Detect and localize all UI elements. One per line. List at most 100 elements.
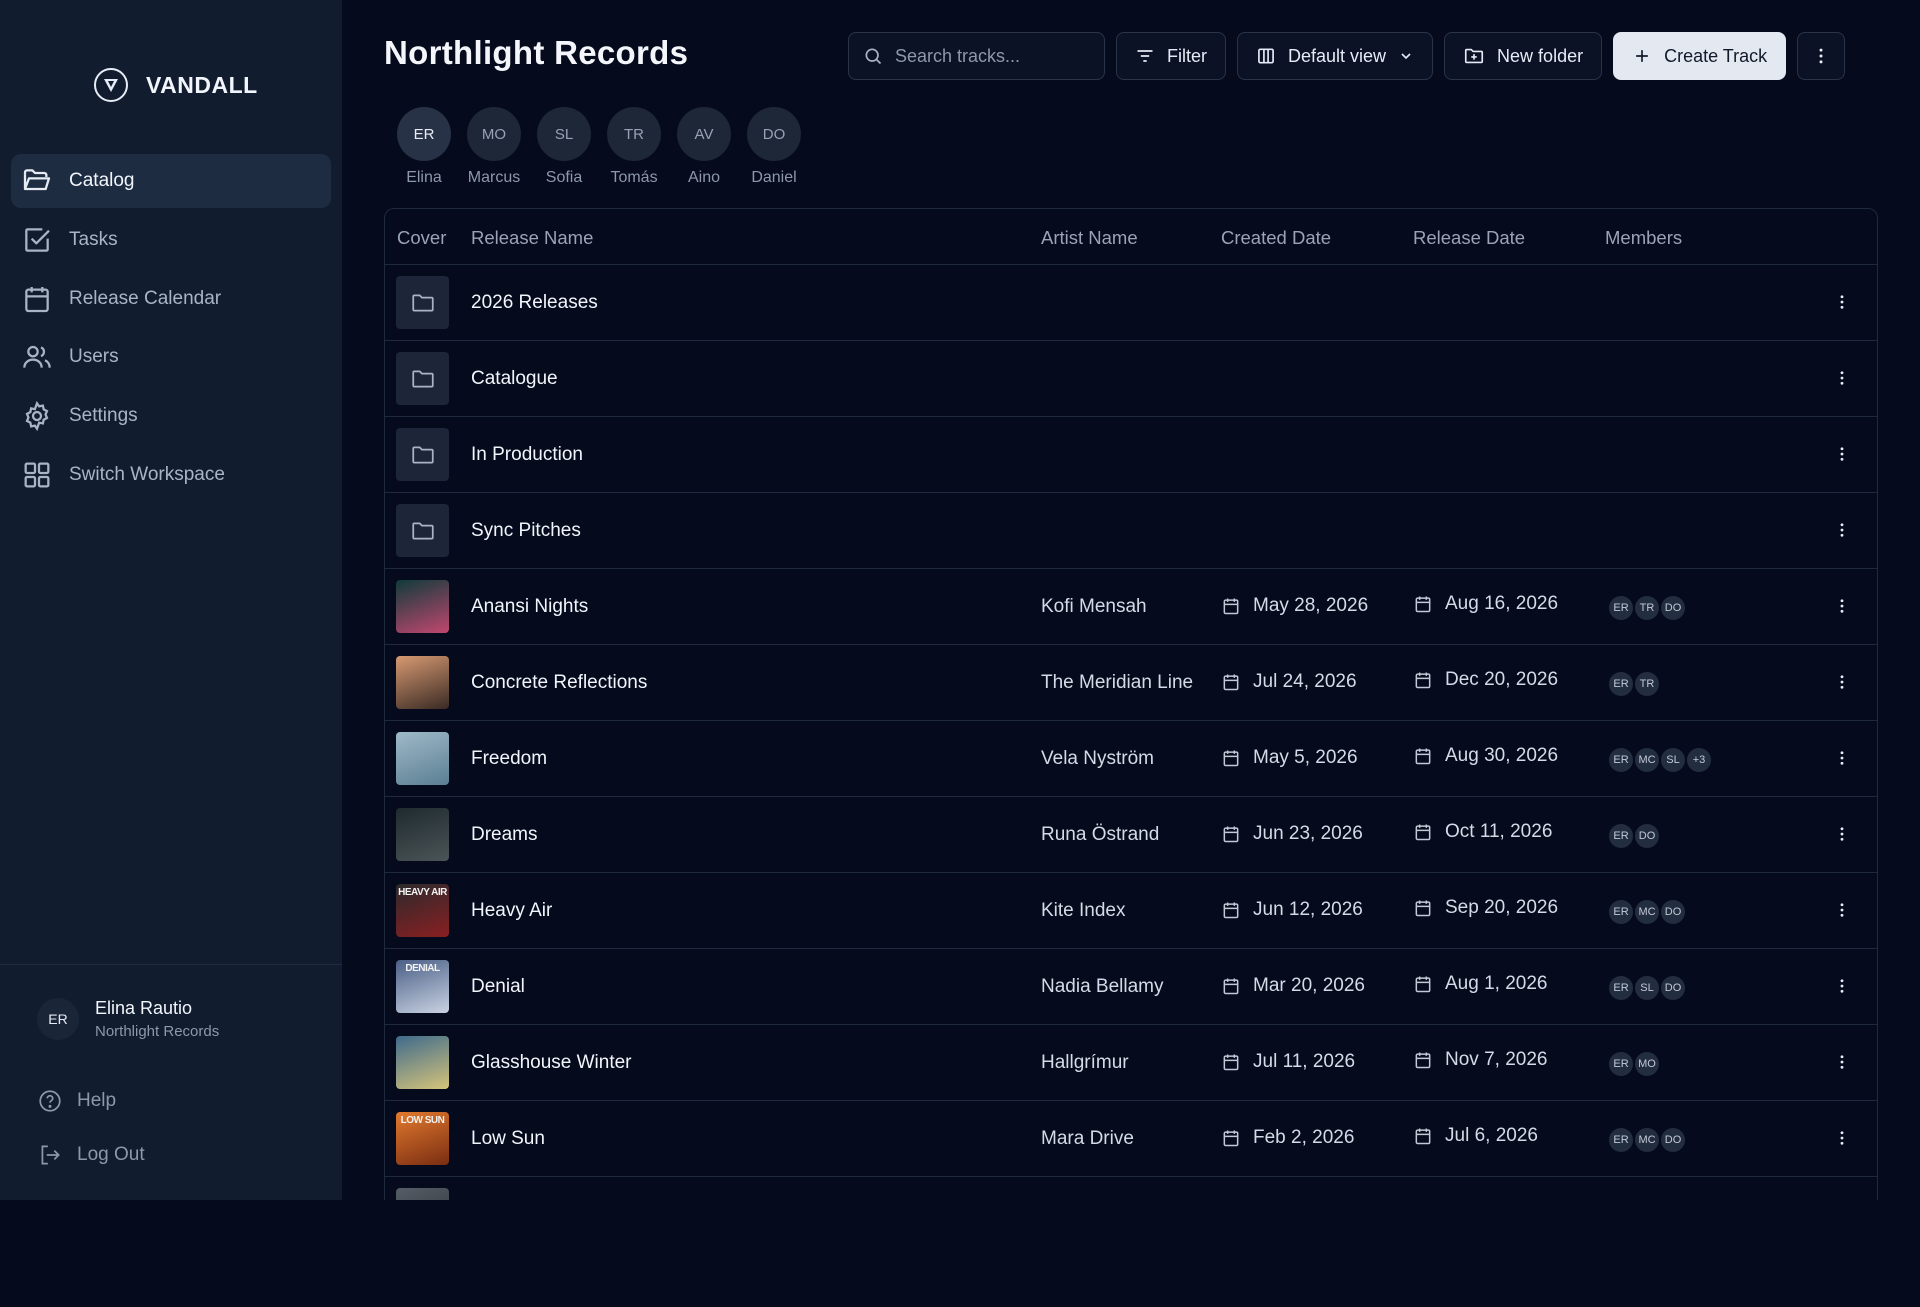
track-members[interactable]: ER TR DO	[1607, 594, 1687, 622]
row-menu-button[interactable]	[1833, 1129, 1851, 1152]
logout-link[interactable]: Log Out	[37, 1142, 145, 1168]
row-menu-button[interactable]	[1833, 369, 1851, 392]
track-row[interactable]: Dreams Runa Östrand Jun 23, 2026 Oct 11,…	[385, 797, 1877, 873]
track-members[interactable]: ER MC SL +3	[1607, 746, 1713, 774]
member-avatar: ER	[1607, 1126, 1635, 1154]
track-members[interactable]: ER DO	[1607, 822, 1661, 850]
artist-name: The Meridian Line	[1041, 672, 1194, 693]
row-menu-button[interactable]	[1833, 293, 1851, 316]
view-select[interactable]: Default view	[1237, 32, 1434, 80]
team-member[interactable]: SL Sofia	[529, 107, 599, 187]
cover-art	[396, 580, 449, 633]
help-link[interactable]: Help	[37, 1088, 116, 1114]
track-row[interactable]: Freedom Vela Nyström May 5, 2026 Aug 30,…	[385, 721, 1877, 797]
folder-row[interactable]: 2026 Releases	[385, 265, 1877, 341]
member-avatar: MC	[1633, 1126, 1661, 1154]
calendar-icon	[1415, 1052, 1431, 1069]
cover-art-text: DENIAL	[405, 963, 440, 974]
team-member[interactable]: MO Marcus	[459, 107, 529, 187]
track-name: Glasshouse Winter	[471, 1052, 632, 1073]
filter-button[interactable]: Filter	[1116, 32, 1226, 80]
profile-org: Northlight Records	[95, 1023, 220, 1040]
track-row[interactable]: HEAVY AIR Heavy Air Kite Index Jun 12, 2…	[385, 873, 1877, 949]
artist-name: Kite Index	[1041, 900, 1126, 921]
row-menu-button[interactable]	[1833, 977, 1851, 1000]
member-avatar: DO	[1659, 974, 1687, 1002]
kebab-icon	[1840, 599, 1844, 613]
column-header-cover[interactable]: Cover	[397, 227, 446, 249]
profile-name: Elina Rautio	[95, 998, 193, 1018]
sidebar-item-catalog[interactable]: Catalog	[11, 154, 331, 208]
row-menu-button[interactable]	[1833, 749, 1851, 772]
calendar-icon	[1223, 750, 1239, 767]
folder-row[interactable]: Catalogue	[385, 341, 1877, 417]
folder-row[interactable]: Sync Pitches	[385, 493, 1877, 569]
kebab-icon	[1840, 675, 1844, 689]
kebab-icon	[1840, 523, 1844, 537]
avatar: TR	[607, 107, 661, 161]
folder-row[interactable]: In Production	[385, 417, 1877, 493]
track-members[interactable]: ER TR	[1607, 670, 1661, 698]
track-members[interactable]: ER MO	[1607, 1050, 1661, 1078]
page-title: Northlight Records	[384, 34, 689, 71]
member-avatar: DO	[1659, 594, 1687, 622]
search-input[interactable]: Search tracks...	[848, 32, 1105, 80]
sidebar-item-tasks[interactable]: Tasks	[11, 213, 331, 267]
row-menu-button[interactable]	[1833, 1053, 1851, 1076]
sidebar-item-settings[interactable]: Settings	[11, 389, 331, 443]
row-menu-button[interactable]	[1833, 673, 1851, 696]
column-header-release-date[interactable]: Release Date	[1413, 227, 1525, 249]
row-menu-button[interactable]	[1833, 597, 1851, 620]
folder-name: Catalogue	[471, 368, 558, 389]
calendar-icon	[1415, 748, 1431, 765]
row-menu-button[interactable]	[1833, 901, 1851, 924]
track-row[interactable]: Concrete Reflections The Meridian Line J…	[385, 645, 1877, 721]
team-member-name: Aino	[687, 169, 721, 186]
sidebar-item-release-calendar[interactable]: Release Calendar	[11, 272, 331, 326]
calendar-icon	[1223, 1130, 1239, 1147]
track-members[interactable]: ER MC DO	[1607, 1126, 1687, 1154]
create-track-button[interactable]: Create Track	[1613, 32, 1787, 80]
cover-art-text: LOW SUN	[400, 1115, 445, 1126]
created-date-text: May 28, 2026	[1253, 595, 1369, 616]
team-member[interactable]: ER Elina	[389, 107, 459, 187]
folder-cover	[396, 276, 449, 329]
brand-name: VANDALL	[146, 71, 258, 98]
track-row[interactable]: LOW SUN Low Sun Mara Drive Feb 2, 2026 J…	[385, 1101, 1877, 1177]
new-folder-button[interactable]: New folder	[1444, 32, 1603, 80]
track-row[interactable]: Glasshouse Winter Hallgrímur Jul 11, 202…	[385, 1025, 1877, 1101]
track-members[interactable]: ER SL DO	[1607, 974, 1687, 1002]
catalog-table: Cover Release Name Artist Name Created D…	[384, 208, 1878, 1208]
sidebar-item-label: Users	[69, 346, 119, 368]
user-profile[interactable]: ER Elina Rautio Northlight Records	[37, 998, 219, 1040]
logout-icon	[41, 1145, 60, 1165]
track-name: Dreams	[471, 824, 538, 845]
calendar-icon	[1415, 596, 1431, 613]
column-header-members[interactable]: Members	[1605, 227, 1682, 249]
column-header-artist-name[interactable]: Artist Name	[1041, 227, 1138, 249]
track-row[interactable]: DENIAL Denial Nadia Bellamy Mar 20, 2026…	[385, 949, 1877, 1025]
sidebar-item-switch-workspace[interactable]: Switch Workspace	[11, 448, 331, 502]
track-row[interactable]: Anansi Nights Kofi Mensah May 28, 2026 A…	[385, 569, 1877, 645]
kebab-icon	[1819, 48, 1823, 64]
team-member[interactable]: TR Tomás	[599, 107, 669, 187]
created-date-text: Jun 12, 2026	[1253, 899, 1363, 920]
row-menu-button[interactable]	[1833, 445, 1851, 468]
track-members[interactable]: ER MC DO	[1607, 898, 1687, 926]
sidebar-item-users[interactable]: Users	[11, 330, 331, 384]
release-date: Aug 1, 2026	[1413, 973, 1547, 995]
release-date-text: Dec 20, 2026	[1445, 669, 1559, 690]
team-member[interactable]: DO Daniel	[739, 107, 809, 187]
row-menu-button[interactable]	[1833, 521, 1851, 544]
row-menu-button[interactable]	[1833, 825, 1851, 848]
column-header-created-date[interactable]: Created Date	[1221, 227, 1331, 249]
team-member[interactable]: AV Aino	[669, 107, 739, 187]
folder-cover	[396, 504, 449, 557]
more-options-button[interactable]	[1797, 32, 1846, 80]
folder-cover	[396, 428, 449, 481]
column-header-release-name[interactable]: Release Name	[471, 227, 593, 249]
cover-art: LOW SUN	[396, 1112, 449, 1165]
gear-icon	[25, 401, 49, 432]
brand-logo[interactable]: VANDALL	[94, 68, 258, 102]
folder-icon	[411, 370, 434, 387]
